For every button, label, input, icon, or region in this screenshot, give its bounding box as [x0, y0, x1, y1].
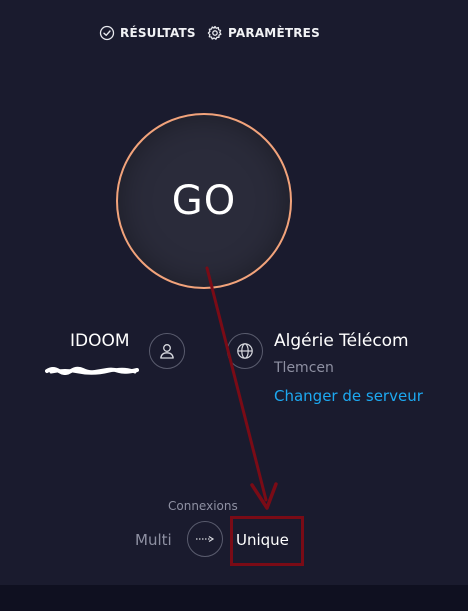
connection-toggle[interactable] — [187, 521, 223, 557]
provider-name: IDOOM — [70, 331, 130, 351]
user-icon-button — [149, 333, 185, 369]
settings-label: PARAMÈTRES — [228, 26, 320, 40]
bottom-bar — [0, 585, 468, 611]
server-name: Algérie Télécom — [274, 331, 409, 351]
gear-icon — [207, 25, 222, 40]
go-button[interactable]: GO — [116, 113, 292, 289]
annotation-highlight-box — [230, 516, 304, 566]
change-server-link[interactable]: Changer de serveur — [274, 387, 423, 405]
settings-tab[interactable]: PARAMÈTRES — [207, 25, 320, 41]
user-icon — [160, 344, 174, 359]
globe-icon — [237, 343, 253, 359]
connection-multi-option[interactable]: Multi — [135, 531, 172, 549]
results-tab[interactable]: RÉSULTATS — [99, 25, 196, 41]
connections-label: Connexions — [168, 499, 238, 513]
arrow-right-icon — [196, 535, 215, 543]
server-city: Tlemcen — [274, 360, 334, 376]
top-navigation: RÉSULTATS PARAMÈTRES — [0, 25, 468, 43]
go-label: GO — [171, 178, 237, 224]
check-circle-icon — [99, 25, 115, 41]
redacted-ip-scribble — [45, 366, 139, 375]
globe-icon-button — [227, 333, 263, 369]
results-label: RÉSULTATS — [120, 26, 196, 40]
